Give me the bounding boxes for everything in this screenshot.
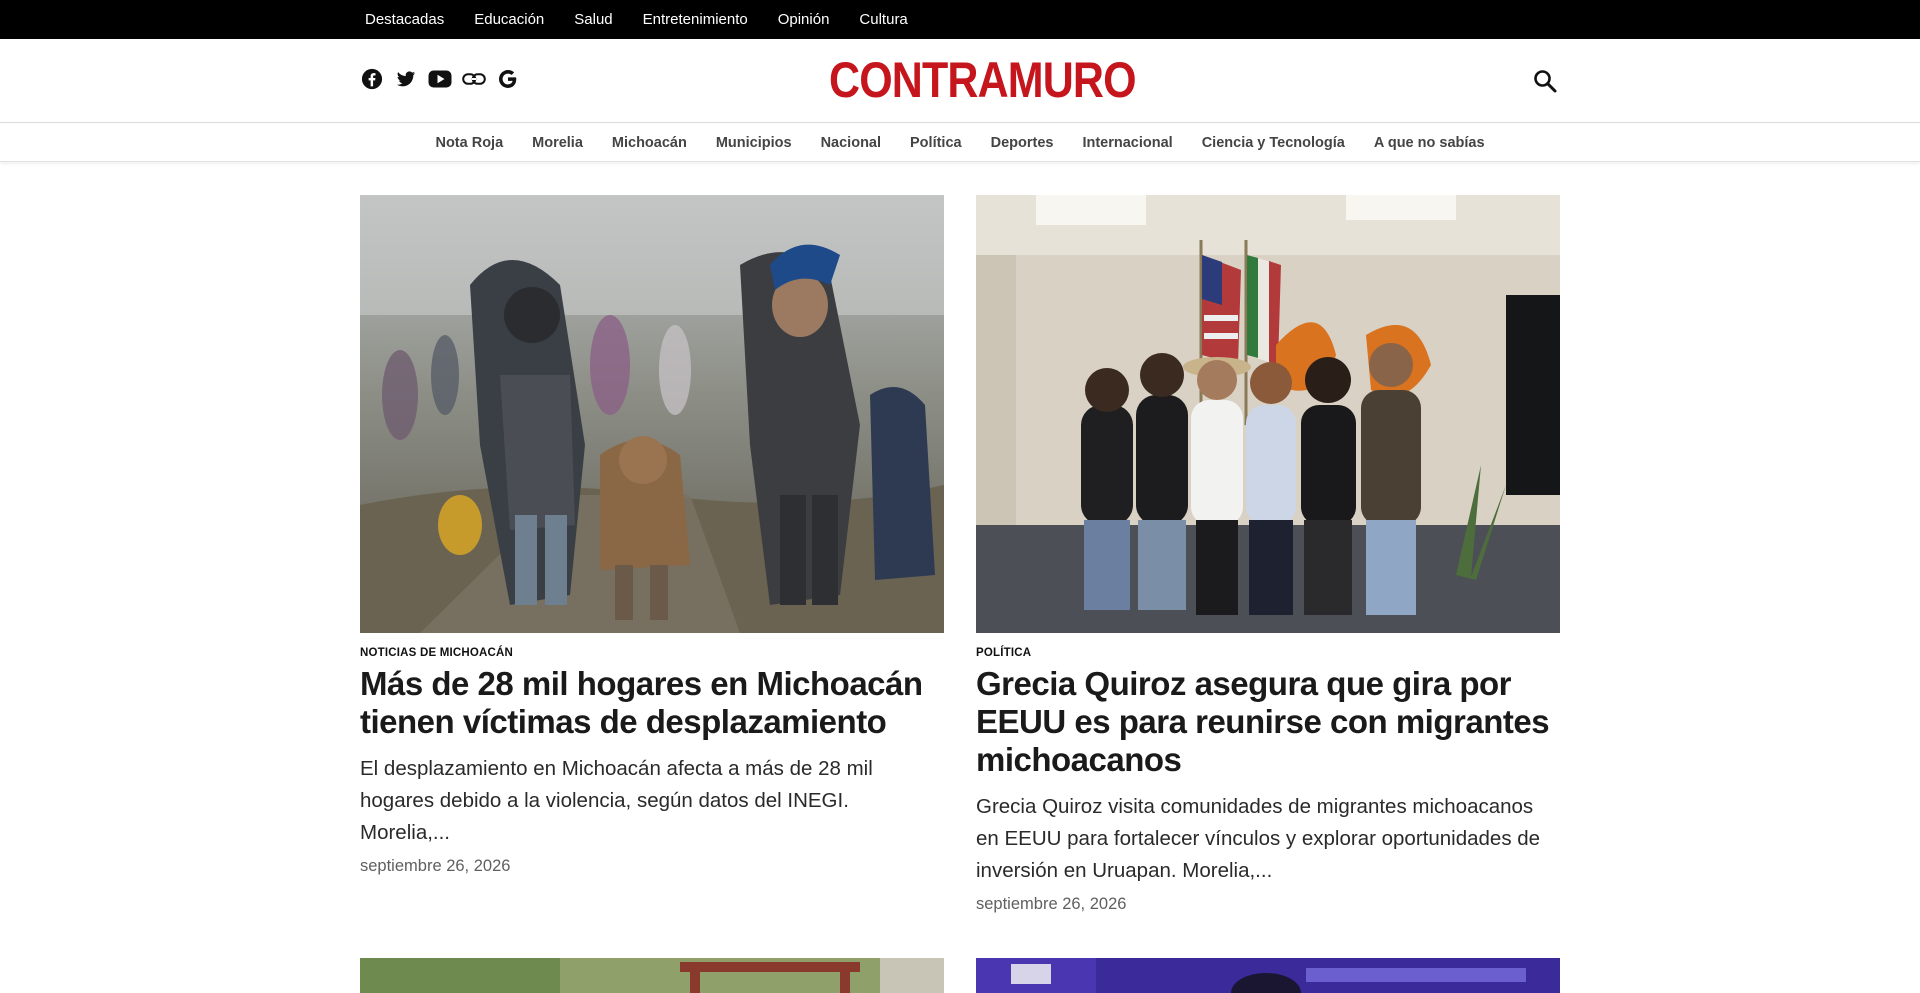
social-links bbox=[360, 67, 530, 91]
link-icon[interactable] bbox=[462, 67, 486, 91]
youtube-icon[interactable] bbox=[428, 67, 452, 91]
top-bar: Destacadas Educación Salud Entretenimien… bbox=[0, 0, 1920, 39]
article-date: septiembre 26, 2026 bbox=[976, 895, 1127, 913]
article-image[interactable] bbox=[976, 958, 1560, 993]
article-date: septiembre 26, 2026 bbox=[360, 857, 511, 875]
category-municipios[interactable]: Municipios bbox=[716, 135, 792, 151]
article-kicker[interactable]: NOTICIAS DE MICHOACÁN bbox=[360, 647, 944, 659]
category-morelia[interactable]: Morelia bbox=[532, 135, 583, 151]
article-card: POLÍTICA Grecia Quiroz asegura que gira … bbox=[976, 195, 1560, 914]
category-a-que-no-sabias[interactable]: A que no sabías bbox=[1374, 135, 1485, 151]
top-nav-item-entretenimiento[interactable]: Entretenimiento bbox=[643, 11, 748, 28]
site-header: CONTRAMURO bbox=[0, 39, 1920, 123]
top-nav-item-educacion[interactable]: Educación bbox=[474, 11, 544, 28]
category-nacional[interactable]: Nacional bbox=[821, 135, 881, 151]
category-deportes[interactable]: Deportes bbox=[991, 135, 1054, 151]
top-nav-item-destacadas[interactable]: Destacadas bbox=[365, 11, 444, 28]
top-nav-item-cultura[interactable]: Cultura bbox=[859, 11, 907, 28]
category-nav: Nota Roja Morelia Michoacán Municipios N… bbox=[0, 124, 1920, 162]
article-card: NOTICIAS DE MICHOACÁN Más de 28 mil hoga… bbox=[360, 195, 944, 876]
top-nav: Destacadas Educación Salud Entretenimien… bbox=[365, 0, 938, 39]
category-ciencia-tecnologia[interactable]: Ciencia y Tecnología bbox=[1202, 135, 1345, 151]
article-headline[interactable]: Grecia Quiroz asegura que gira por EEUU … bbox=[976, 665, 1560, 779]
article-headline[interactable]: Más de 28 mil hogares en Michoacán tiene… bbox=[360, 665, 944, 741]
category-nota-roja[interactable]: Nota Roja bbox=[435, 135, 503, 151]
site-logo[interactable]: CONTRAMURO bbox=[828, 53, 1137, 107]
twitter-icon[interactable] bbox=[394, 67, 418, 91]
category-internacional[interactable]: Internacional bbox=[1082, 135, 1172, 151]
google-icon[interactable] bbox=[496, 67, 520, 91]
facebook-icon[interactable] bbox=[360, 67, 384, 91]
top-nav-item-salud[interactable]: Salud bbox=[574, 11, 612, 28]
article-kicker[interactable]: POLÍTICA bbox=[976, 647, 1560, 659]
category-michoacan[interactable]: Michoacán bbox=[612, 135, 687, 151]
search-icon[interactable] bbox=[1532, 68, 1560, 96]
article-image[interactable] bbox=[360, 195, 944, 633]
article-excerpt: El desplazamiento en Michoacán afecta a … bbox=[360, 757, 873, 844]
top-nav-item-opinion[interactable]: Opinión bbox=[778, 11, 830, 28]
category-politica[interactable]: Política bbox=[910, 135, 962, 151]
logo-wordmark: CONTRAMURO bbox=[829, 52, 1137, 108]
article-image[interactable] bbox=[976, 195, 1560, 633]
article-excerpt: Grecia Quiroz visita comunidades de migr… bbox=[976, 795, 1541, 882]
article-image[interactable] bbox=[360, 958, 944, 993]
